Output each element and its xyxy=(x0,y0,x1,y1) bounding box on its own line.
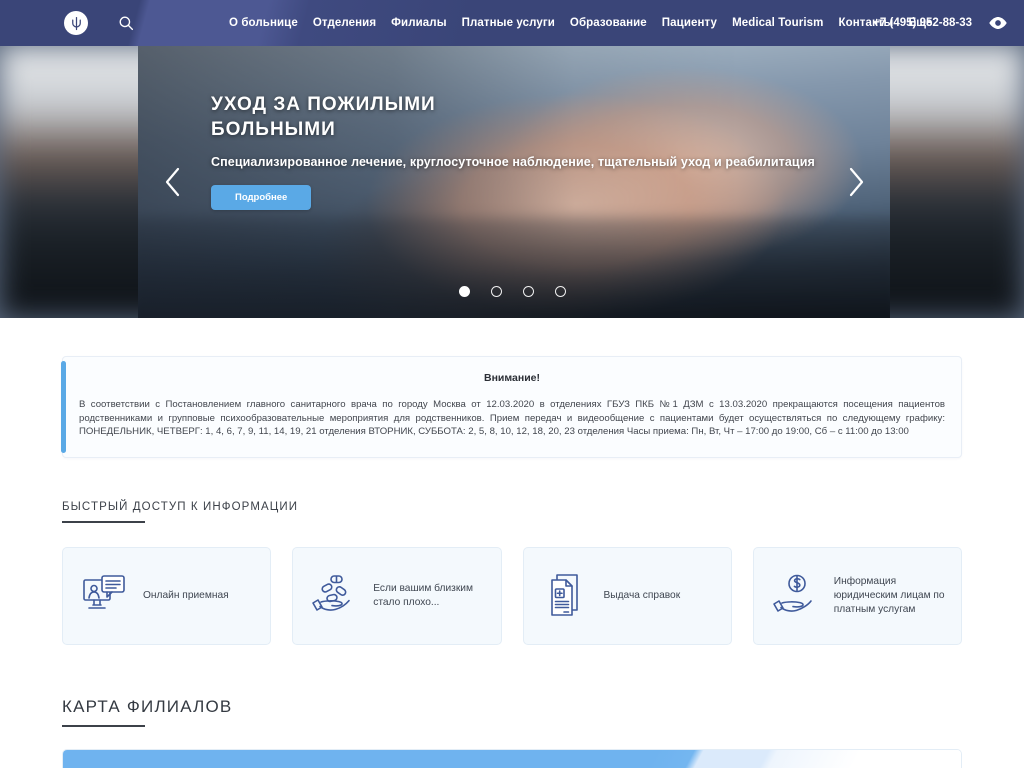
notice-accent-bar xyxy=(61,361,66,453)
hero-title: УХОД ЗА ПОЖИЛЫМИ БОЛЬНЫМИ xyxy=(211,94,436,140)
nav-item-patient[interactable]: Пациенту xyxy=(662,17,717,29)
hand-pills-icon xyxy=(307,568,363,624)
hero-subtitle: Специализированное лечение, круглосуточн… xyxy=(211,155,815,169)
hand-money-icon xyxy=(768,568,824,624)
quick-card-legal-entities[interactable]: Информация юридическим лицам по платным … xyxy=(752,546,962,645)
main-navigation: О больнице Отделения Филиалы Платные усл… xyxy=(229,0,933,46)
heading-underline xyxy=(62,724,145,727)
heading-underline xyxy=(62,520,145,523)
nav-item-education[interactable]: Образование xyxy=(570,17,647,29)
header-phone[interactable]: +7 (495) 952-88-33 xyxy=(873,17,972,29)
hero-slide: УХОД ЗА ПОЖИЛЫМИ БОЛЬНЫМИ Специализирова… xyxy=(138,46,890,318)
quick-card-label: Онлайн приемная xyxy=(143,589,229,601)
notice-body: В соответствии с Постановлением главного… xyxy=(79,399,945,438)
online-reception-icon xyxy=(77,568,133,624)
nav-item-medical-tourism[interactable]: Medical Tourism xyxy=(732,17,823,29)
nav-item-paid-services[interactable]: Платные услуги xyxy=(462,17,555,29)
quick-card-label: Если вашим близким стало плохо... xyxy=(373,582,473,608)
main-content: Внимание! В соответствии с Постановление… xyxy=(0,318,1024,768)
header-right-group: +7 (495) 952-88-33 xyxy=(873,0,1008,46)
announcement-box: Внимание! В соответствии с Постановление… xyxy=(61,356,962,458)
branches-map-title: КАРТА ФИЛИАЛОВ xyxy=(62,696,233,716)
nav-item-about[interactable]: О больнице xyxy=(229,17,298,29)
site-header: О больнице Отделения Филиалы Платные усл… xyxy=(0,0,1024,46)
quick-card-emergency-help[interactable]: Если вашим близким стало плохо... xyxy=(292,546,502,645)
chevron-left-icon[interactable] xyxy=(155,160,191,204)
notice-section: Внимание! В соответствии с Постановление… xyxy=(0,318,1024,458)
nav-item-branches[interactable]: Филиалы xyxy=(391,17,446,29)
quick-card-online-reception[interactable]: Онлайн приемная xyxy=(62,546,272,645)
eye-icon[interactable] xyxy=(988,13,1008,33)
hero-carousel: УХОД ЗА ПОЖИЛЫМИ БОЛЬНЫМИ Специализирова… xyxy=(0,46,1024,318)
hero-more-button[interactable]: Подробнее xyxy=(211,185,312,210)
quick-access-heading: БЫСТРЫЙ ДОСТУП К ИНФОРМАЦИИ xyxy=(62,501,962,523)
quick-card-label: Выдача справок xyxy=(603,589,681,601)
carousel-dot-4[interactable] xyxy=(554,286,566,297)
map-banner xyxy=(63,749,961,768)
carousel-dots xyxy=(0,286,1024,297)
medical-certificate-icon xyxy=(538,568,594,624)
nav-item-departments[interactable]: Отделения xyxy=(313,17,376,29)
hero-copy: УХОД ЗА ПОЖИЛЫМИ БОЛЬНЫМИ Специализирова… xyxy=(211,92,815,210)
quick-access-section: БЫСТРЫЙ ДОСТУП К ИНФОРМАЦИИ Онлайн прием… xyxy=(0,501,1024,645)
quick-card-certificates[interactable]: Выдача справок xyxy=(522,546,732,645)
notice-title: Внимание! xyxy=(484,372,540,384)
quick-access-cards: Онлайн приемная Если вашим близким стало… xyxy=(62,546,962,645)
search-icon[interactable] xyxy=(117,14,135,32)
branches-map-container[interactable] xyxy=(62,748,962,768)
chevron-right-icon[interactable] xyxy=(838,160,874,204)
branches-map-section: КАРТА ФИЛИАЛОВ xyxy=(0,697,1024,768)
quick-access-title: БЫСТРЫЙ ДОСТУП К ИНФОРМАЦИИ xyxy=(62,500,299,513)
quick-card-label: Информация юридическим лицам по платным … xyxy=(833,575,945,615)
psi-logo-icon[interactable] xyxy=(64,11,88,35)
carousel-dot-2[interactable] xyxy=(490,286,502,297)
carousel-dot-1[interactable] xyxy=(458,286,470,297)
branches-map-heading: КАРТА ФИЛИАЛОВ xyxy=(62,697,962,727)
carousel-dot-3[interactable] xyxy=(522,286,534,297)
